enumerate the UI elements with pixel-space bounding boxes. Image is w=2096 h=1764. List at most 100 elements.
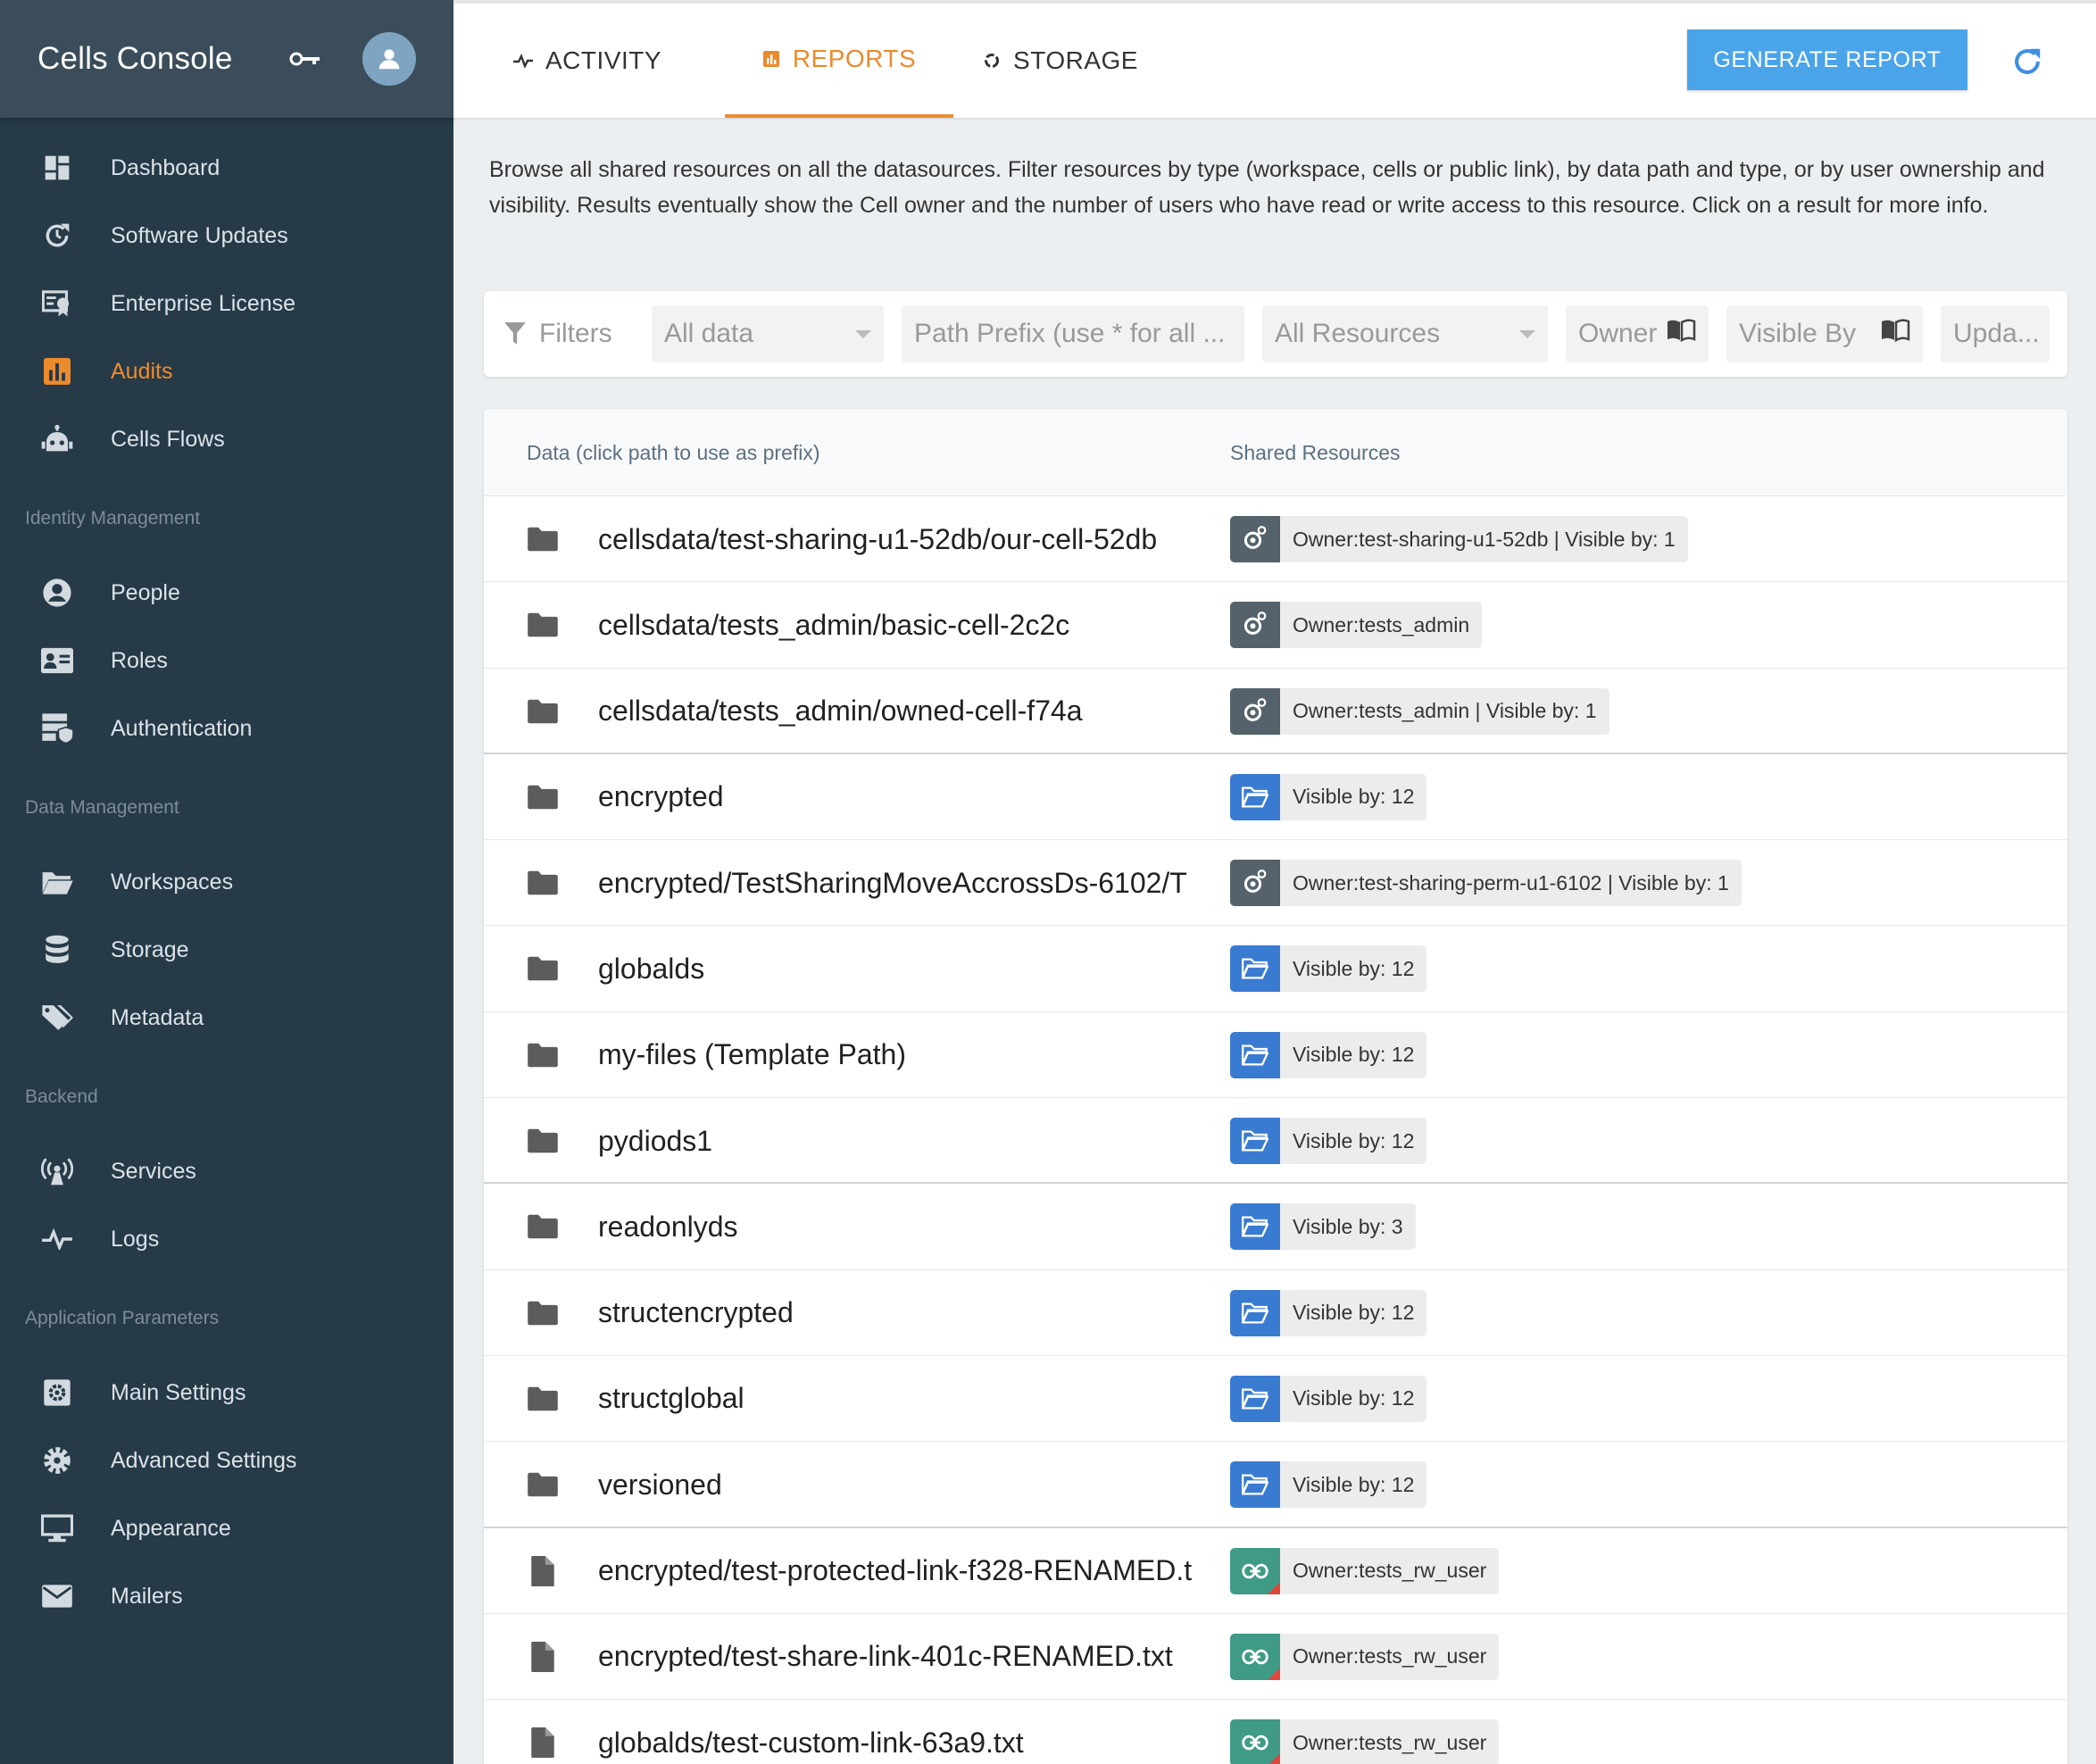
table-row[interactable]: globalds/test-custom-link-63a9.txt Owner:… — [484, 1700, 2067, 1764]
table-row[interactable]: encrypted/test-share-link-401c-RENAMED.t… — [484, 1614, 2067, 1701]
resource-chip[interactable]: Owner:tests_admin | Visible by: 1 — [1230, 687, 1609, 735]
sidebar-item-metadata[interactable]: Metadata — [0, 984, 453, 1052]
sidebar-item-cells-flows[interactable]: Cells Flows — [0, 405, 453, 473]
table-row[interactable]: encrypted/test-protected-link-f328-RENAM… — [484, 1528, 2067, 1614]
sidebar-item-audits[interactable]: Audits — [0, 337, 453, 405]
row-path-link[interactable]: cellsdata/tests_admin/owned-cell-f74a — [598, 669, 1193, 754]
table-row[interactable]: encrypted Visible by: 12 — [484, 754, 2067, 841]
row-path-link[interactable]: globalds — [598, 926, 1193, 1011]
resource-chip[interactable]: Visible by: 12 — [1230, 1289, 1427, 1336]
table-row[interactable]: cellsdata/tests_admin/basic-cell-2c2c Own… — [484, 582, 2067, 669]
filter-icon — [503, 321, 527, 346]
avatar[interactable] — [362, 32, 416, 86]
column-header-data[interactable]: Data (click path to use as prefix) — [527, 409, 820, 496]
data-select[interactable]: All data — [652, 305, 884, 362]
sidebar-item-label: Roles — [111, 647, 168, 673]
resource-chip[interactable]: Visible by: 12 — [1230, 773, 1427, 820]
chevron-down-icon — [855, 329, 871, 338]
table-row[interactable]: pydiods1 Visible by: 12 — [484, 1098, 2067, 1185]
folder-icon — [527, 523, 559, 555]
database-icon — [41, 934, 73, 966]
resource-chip[interactable]: Visible by: 12 — [1230, 1118, 1427, 1165]
row-path-link[interactable]: cellsdata/tests_admin/basic-cell-2c2c — [598, 582, 1193, 668]
row-path-link[interactable]: readonlyds — [598, 1184, 1193, 1269]
row-path-link[interactable]: encrypted/test-protected-link-f328-RENAM… — [598, 1528, 1193, 1614]
sidebar-item-roles[interactable]: Roles — [0, 627, 453, 695]
row-path-link[interactable]: versioned — [598, 1442, 1193, 1527]
sidebar-item-dashboard[interactable]: Dashboard — [0, 134, 453, 202]
filters-label: Filters — [503, 305, 612, 362]
sidebar-item-label: Authentication — [111, 715, 253, 741]
table-row[interactable]: cellsdata/tests_admin/owned-cell-f74a Own… — [484, 669, 2067, 754]
row-path-link[interactable]: pydiods1 — [598, 1098, 1193, 1184]
table-row[interactable]: readonlyds Visible by: 3 — [484, 1184, 2067, 1270]
workspace-folder-icon — [1230, 1461, 1280, 1509]
resource-chip[interactable]: Owner:test-sharing-perm-u1-6102 | Visibl… — [1230, 860, 1742, 907]
sidebar-item-appearance[interactable]: Appearance — [0, 1494, 453, 1562]
resource-chip[interactable]: Owner:tests_rw_user — [1230, 1633, 1500, 1680]
table-row[interactable]: structencrypted Visible by: 12 — [484, 1270, 2067, 1356]
filters-label-text: Filters — [539, 319, 612, 348]
sidebar-item-mailers[interactable]: Mailers — [0, 1562, 453, 1630]
generate-report-button[interactable]: GENERATE REPORT — [1687, 29, 1967, 90]
resource-chip[interactable]: Visible by: 12 — [1230, 1461, 1427, 1509]
table-row[interactable]: structglobal Visible by: 12 — [484, 1356, 2067, 1443]
column-header-resources[interactable]: Shared Resources — [1230, 409, 1401, 496]
resource-chip[interactable]: Visible by: 12 — [1230, 1031, 1427, 1078]
row-path-link[interactable]: structencrypted — [598, 1270, 1193, 1356]
resource-chip-label: Visible by: 12 — [1293, 1128, 1415, 1152]
resource-chip[interactable]: Owner:tests_rw_user — [1230, 1547, 1500, 1594]
owner-filter[interactable]: Owner — [1566, 305, 1709, 362]
resource-chip[interactable]: Owner:test-sharing-u1-52db | Visible by:… — [1230, 516, 1688, 562]
chevron-down-icon — [1519, 329, 1535, 338]
updated-filter[interactable]: Upda... — [1941, 305, 2050, 362]
path-prefix-placeholder: Path Prefix (use * for all ... — [914, 319, 1226, 348]
row-path-link[interactable]: encrypted/test-share-link-401c-RENAMED.t… — [598, 1614, 1193, 1700]
workspace-folder-icon — [1230, 1375, 1280, 1422]
table-row[interactable]: cellsdata/test-sharing-u1-52db/our-cell-… — [484, 496, 2067, 583]
tab-reports[interactable]: REPORTS — [725, 4, 953, 118]
resource-chip[interactable]: Owner:tests_admin — [1230, 602, 1483, 649]
pulse-icon — [512, 54, 533, 68]
resource-chip[interactable]: Visible by: 3 — [1230, 1203, 1416, 1251]
sidebar-item-advanced-settings[interactable]: Advanced Settings — [0, 1427, 453, 1494]
resource-chip[interactable]: Visible by: 12 — [1230, 945, 1427, 993]
table-row[interactable]: versioned Visible by: 12 — [484, 1442, 2067, 1528]
sidebar-item-workspaces[interactable]: Workspaces — [0, 848, 453, 916]
sidebar-item-people[interactable]: People — [0, 559, 453, 627]
sidebar-item-services[interactable]: Services — [0, 1137, 453, 1205]
sidebar-item-main-settings[interactable]: Main Settings — [0, 1359, 453, 1427]
file-icon — [527, 1555, 559, 1587]
sidebar-item-label: Appearance — [111, 1515, 231, 1541]
tags-icon — [41, 1002, 73, 1034]
refresh-icon[interactable] — [2007, 41, 2048, 82]
key-icon[interactable] — [279, 32, 332, 86]
table-row[interactable]: globalds Visible by: 12 — [484, 926, 2067, 1012]
resource-chip[interactable]: Visible by: 12 — [1230, 1375, 1427, 1422]
row-path-link[interactable]: globalds/test-custom-link-63a9.txt — [598, 1700, 1193, 1764]
tab-storage[interactable]: STORAGE — [953, 4, 1168, 118]
sidebar-item-authentication[interactable]: Authentication — [0, 695, 453, 762]
sidebar-item-enterprise-license[interactable]: Enterprise License — [0, 270, 453, 337]
visible-by-filter[interactable]: Visible By — [1726, 305, 1923, 362]
sidebar-item-logs[interactable]: Logs — [0, 1205, 453, 1273]
tab-activity[interactable]: ACTIVITY — [507, 4, 668, 118]
resources-select[interactable]: All Resources — [1262, 305, 1548, 362]
folder-icon — [527, 867, 559, 899]
table-row[interactable]: encrypted/TestSharingMoveAccrossDs-6102/… — [484, 840, 2067, 927]
row-path-link[interactable]: structglobal — [598, 1356, 1193, 1442]
sidebar-item-software-updates[interactable]: Software Updates — [0, 202, 453, 270]
folder-icon — [527, 1211, 559, 1243]
row-path-link[interactable]: my-files (Template Path) — [598, 1012, 1193, 1098]
path-prefix-input[interactable]: Path Prefix (use * for all ... — [902, 305, 1244, 362]
table-row[interactable]: my-files (Template Path) Visible by: 12 — [484, 1012, 2067, 1099]
row-path-link[interactable]: encrypted/TestSharingMoveAccrossDs-6102/… — [598, 840, 1193, 926]
sidebar-item-storage[interactable]: Storage — [0, 916, 453, 984]
row-path-link[interactable]: cellsdata/test-sharing-u1-52db/our-cell-… — [598, 496, 1193, 582]
row-path-link[interactable]: encrypted — [598, 754, 1193, 840]
resource-chip[interactable]: Owner:tests_rw_user — [1230, 1719, 1500, 1764]
book-icon — [1666, 319, 1696, 349]
folder-icon — [527, 1297, 559, 1329]
folder-icon — [527, 695, 559, 728]
folder-icon — [527, 1039, 559, 1071]
